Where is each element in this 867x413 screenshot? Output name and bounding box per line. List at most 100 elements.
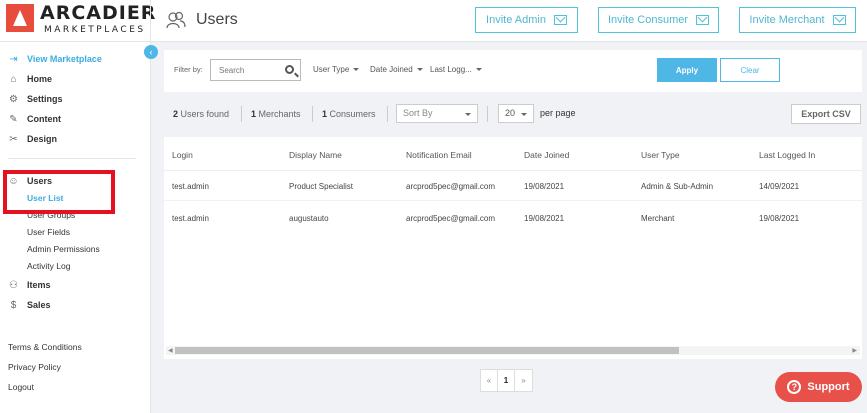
table-cell-display-name: augustauto bbox=[289, 214, 329, 223]
merchants-label: Merchants bbox=[258, 109, 301, 119]
column-header-notification-email[interactable]: Notification Email bbox=[406, 150, 472, 160]
search-icon[interactable] bbox=[285, 65, 294, 74]
dollar-icon: $ bbox=[10, 299, 17, 311]
question-icon: ? bbox=[787, 380, 802, 394]
sidebar-item-label: Content bbox=[27, 114, 61, 124]
users-table: Login Display Name Notification Email Da… bbox=[164, 137, 862, 359]
invite-admin-button[interactable]: Invite Admin bbox=[475, 7, 578, 33]
home-icon: ⌂ bbox=[10, 73, 17, 85]
sort-by-value: Sort By bbox=[403, 108, 433, 118]
logo-subtitle: MARKETPLACES bbox=[44, 25, 146, 35]
export-csv-button[interactable]: Export CSV bbox=[791, 104, 861, 124]
items-icon: ⚇ bbox=[9, 279, 18, 291]
filter-label: Filter by: bbox=[174, 65, 203, 74]
sidebar: ⇥ View Marketplace ⌂ Home ⚙ Settings ✎ C… bbox=[0, 42, 151, 413]
results-bar: 2 Users found 1 Merchants 1 Consumers So… bbox=[164, 102, 862, 126]
page-title: Users bbox=[196, 11, 238, 28]
column-header-user-type[interactable]: User Type bbox=[641, 150, 680, 160]
collapse-sidebar-icon[interactable]: ‹ bbox=[144, 45, 158, 59]
logout-link[interactable]: Logout bbox=[8, 382, 34, 392]
column-header-login[interactable]: Login bbox=[172, 150, 193, 160]
user-type-dropdown[interactable]: User Type bbox=[313, 65, 360, 74]
sidebar-item-user-fields[interactable]: User Fields bbox=[27, 227, 70, 239]
envelope-icon bbox=[696, 15, 710, 25]
filter-panel: Filter by: User Type Date Joined Last Lo… bbox=[164, 50, 862, 92]
page-size-value: 20 bbox=[505, 108, 516, 118]
search-box bbox=[210, 59, 301, 81]
header-divider bbox=[150, 0, 151, 42]
sidebar-item-items[interactable]: ⚇ Items bbox=[8, 278, 51, 292]
last-logged-dropdown[interactable]: Last Logg... bbox=[430, 65, 482, 74]
column-header-display-name[interactable]: Display Name bbox=[289, 150, 342, 160]
sidebar-item-label: View Marketplace bbox=[27, 54, 102, 64]
users-found-label: Users found bbox=[180, 109, 230, 119]
envelope-icon bbox=[832, 15, 846, 25]
next-page-button[interactable]: » bbox=[515, 370, 532, 391]
sidebar-item-sales[interactable]: $ Sales bbox=[8, 298, 51, 312]
table-cell-login[interactable]: test.admin bbox=[172, 182, 209, 191]
scrollbar-thumb[interactable] bbox=[175, 347, 679, 354]
sidebar-item-admin-permissions[interactable]: Admin Permissions bbox=[27, 244, 100, 256]
sidebar-item-label: Settings bbox=[27, 94, 63, 104]
invite-merchant-button[interactable]: Invite Merchant bbox=[739, 7, 856, 33]
sidebar-item-user-groups[interactable]: User Groups bbox=[27, 210, 75, 222]
apply-button[interactable]: Apply bbox=[657, 58, 717, 82]
sidebar-item-content[interactable]: ✎ Content bbox=[8, 112, 61, 126]
sidebar-item-label: Home bbox=[27, 74, 53, 84]
column-header-last-logged-in[interactable]: Last Logged In bbox=[759, 150, 815, 160]
table-cell-email: arcprod5pec@gmail.com bbox=[406, 214, 496, 223]
sort-by-select[interactable]: Sort By bbox=[396, 104, 478, 123]
chevron-down-icon bbox=[416, 68, 423, 72]
external-link-icon: ⇥ bbox=[9, 53, 18, 65]
invite-consumer-button[interactable]: Invite Consumer bbox=[598, 7, 719, 33]
invite-merchant-label: Invite Merchant bbox=[749, 14, 825, 26]
sidebar-item-user-list[interactable]: User List bbox=[27, 193, 63, 205]
sidebar-item-activity-log[interactable]: Activity Log bbox=[27, 261, 70, 273]
last-logged-label: Last Logg... bbox=[430, 65, 472, 74]
sidebar-item-design[interactable]: ✂ Design bbox=[8, 132, 57, 146]
search-input[interactable] bbox=[211, 60, 281, 81]
horizontal-scrollbar[interactable]: ◀ ▶ bbox=[166, 346, 860, 355]
prev-page-button[interactable]: « bbox=[481, 370, 498, 391]
support-button[interactable]: ? Support bbox=[775, 372, 862, 402]
users-found-count: 2 Users found bbox=[173, 109, 229, 119]
invite-consumer-label: Invite Consumer bbox=[607, 14, 689, 26]
arcadier-logo[interactable]: ARCADIER MARKETPLACES bbox=[6, 2, 155, 38]
invite-admin-label: Invite Admin bbox=[486, 14, 546, 26]
date-joined-dropdown[interactable]: Date Joined bbox=[370, 65, 423, 74]
gear-icon: ⚙ bbox=[9, 93, 18, 105]
row-divider bbox=[164, 200, 862, 201]
table-cell-display-name: Product Specialist bbox=[289, 182, 354, 191]
terms-link[interactable]: Terms & Conditions bbox=[8, 342, 82, 352]
consumers-count: 1 Consumers bbox=[322, 109, 376, 119]
consumers-number: 1 bbox=[322, 109, 328, 119]
sidebar-item-label: Users bbox=[27, 176, 53, 186]
table-cell-date-joined: 19/08/2021 bbox=[524, 214, 565, 223]
clear-button[interactable]: Clear bbox=[720, 58, 780, 82]
privacy-link[interactable]: Privacy Policy bbox=[8, 362, 61, 372]
merchants-number: 1 bbox=[251, 109, 257, 119]
per-page-label: per page bbox=[540, 108, 576, 118]
pagination: « 1 » bbox=[480, 369, 533, 392]
table-cell-login[interactable]: test.admin bbox=[172, 214, 209, 223]
sidebar-item-label: Items bbox=[27, 280, 51, 290]
logo-name: ARCADIER bbox=[40, 2, 157, 24]
sidebar-item-settings[interactable]: ⚙ Settings bbox=[8, 92, 63, 106]
chevron-down-icon bbox=[465, 113, 471, 116]
sidebar-item-users[interactable]: ☺ Users bbox=[8, 174, 52, 188]
divider bbox=[387, 106, 388, 122]
scroll-left-icon[interactable]: ◀ bbox=[168, 347, 173, 354]
column-header-date-joined[interactable]: Date Joined bbox=[524, 150, 569, 160]
user-type-label: User Type bbox=[313, 65, 350, 74]
divider bbox=[241, 106, 242, 122]
page-size-select[interactable]: 20 bbox=[498, 104, 534, 123]
sidebar-item-view-marketplace[interactable]: ⇥ View Marketplace bbox=[8, 52, 102, 66]
header-divider bbox=[164, 170, 862, 171]
scroll-right-icon[interactable]: ▶ bbox=[852, 347, 857, 354]
chevron-down-icon bbox=[521, 113, 527, 116]
sidebar-divider bbox=[8, 158, 136, 159]
page-number-button[interactable]: 1 bbox=[498, 370, 515, 391]
sidebar-item-home[interactable]: ⌂ Home bbox=[8, 72, 52, 86]
users-icon bbox=[166, 11, 186, 29]
top-header: ARCADIER MARKETPLACES Users Invite Admin… bbox=[0, 0, 867, 42]
